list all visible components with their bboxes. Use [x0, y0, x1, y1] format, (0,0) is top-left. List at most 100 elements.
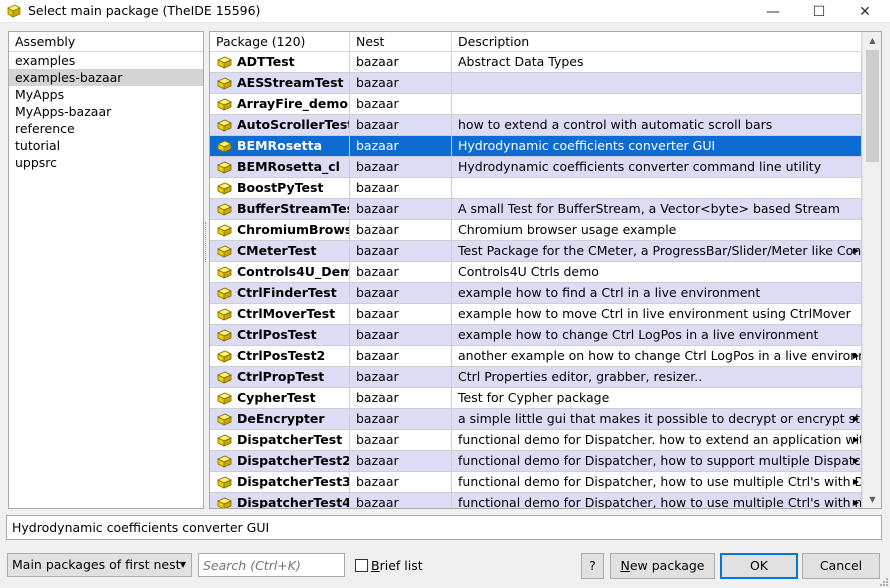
package-nest-cell: bazaar	[350, 262, 452, 282]
package-icon	[217, 56, 232, 69]
package-description-cell: Ctrl Properties editor, grabber, resizer…	[452, 367, 862, 387]
package-row[interactable]: DispatcherTest bazaar functional demo for …	[210, 430, 862, 451]
assembly-list[interactable]: Assembly examples examples-bazaar MyApps My…	[8, 31, 204, 509]
package-description-field[interactable]: Hydrodynamic coefficients converter GUI	[6, 515, 882, 540]
package-name-cell: ArrayFire_demo	[210, 94, 350, 114]
assembly-item[interactable]: uppsrc	[9, 154, 203, 171]
scroll-up-arrow-icon[interactable]: ▲	[863, 32, 881, 49]
package-row[interactable]: CtrlPosTest2 bazaar another example on how…	[210, 346, 862, 367]
package-name: AutoScrollerTest	[237, 117, 350, 132]
scroll-down-arrow-icon[interactable]: ▼	[863, 491, 881, 508]
package-description-cell: example how to move Ctrl in live environ…	[452, 304, 862, 324]
package-description: functional demo for Dispatcher, how to s…	[458, 453, 862, 468]
package-description-cell: Test Package for the CMeter, a ProgressB…	[452, 241, 862, 261]
overflow-arrow-icon: ▶	[852, 435, 859, 444]
package-row[interactable]: AutoScrollerTest bazaar how to extend a co…	[210, 115, 862, 136]
package-rows: ADTTest bazaar Abstract Data Types AESStrea…	[210, 52, 862, 509]
help-button[interactable]: ?	[581, 553, 604, 579]
column-header-package[interactable]: Package (120)	[210, 32, 350, 52]
package-name: ArrayFire_demo	[237, 96, 348, 111]
title-bar: Select main package (TheIDE 15596) — ☐ ✕	[0, 0, 890, 23]
assembly-item[interactable]: MyApps-bazaar	[9, 103, 203, 120]
assembly-item[interactable]: reference	[9, 120, 203, 137]
package-row[interactable]: CtrlMoverTest bazaar example how to move C…	[210, 304, 862, 325]
package-name: CMeterTest	[237, 243, 317, 258]
column-header-description[interactable]: Description	[452, 32, 862, 52]
package-nest-cell: bazaar	[350, 241, 452, 261]
package-icon	[217, 203, 232, 216]
package-name-cell: BufferStreamTest	[210, 199, 350, 219]
package-icon	[217, 329, 232, 342]
checkbox-icon[interactable]	[355, 558, 368, 572]
assembly-header[interactable]: Assembly	[9, 32, 203, 52]
cancel-button[interactable]: Cancel	[802, 553, 880, 579]
overflow-arrow-icon: ▶	[852, 498, 859, 507]
package-row[interactable]: ADTTest bazaar Abstract Data Types	[210, 52, 862, 73]
package-icon	[217, 245, 232, 258]
assembly-item[interactable]: MyApps	[9, 86, 203, 103]
package-name: DispatcherTest4	[237, 495, 350, 509]
package-description-cell: functional demo for Dispatcher. how to e…	[452, 430, 862, 450]
package-row[interactable]: DispatcherTest2 bazaar functional demo for…	[210, 451, 862, 472]
package-description-cell: functional demo for Dispatcher, how to u…	[452, 472, 862, 492]
assembly-item[interactable]: examples-bazaar	[9, 69, 203, 86]
resize-grip-icon[interactable]	[879, 577, 889, 587]
package-description: Test for Cypher package	[458, 390, 610, 405]
scrollbar-thumb[interactable]	[866, 50, 879, 162]
new-package-button[interactable]: New package	[610, 553, 715, 579]
package-name: DispatcherTest	[237, 432, 343, 447]
package-row[interactable]: CtrlPropTest bazaar Ctrl Properties editor…	[210, 367, 862, 388]
package-row[interactable]: BEMRosetta_cl bazaar Hydrodynamic coeffici…	[210, 157, 862, 178]
package-icon	[217, 161, 232, 174]
package-row[interactable]: BEMRosetta bazaar Hydrodynamic coefficient…	[210, 136, 862, 157]
package-row[interactable]: DispatcherTest3 bazaar functional demo for…	[210, 472, 862, 493]
ok-button[interactable]: OK	[720, 553, 798, 579]
package-table[interactable]: Package (120) Nest Description ADTTest ba…	[209, 31, 882, 509]
package-row[interactable]: ChromiumBrowserbazaar Chromium browser us…	[210, 220, 862, 241]
package-row[interactable]: Controls4U_Demo bazaar Controls4U Ctrls de…	[210, 262, 862, 283]
package-row[interactable]: ArrayFire_demo bazaar	[210, 94, 862, 115]
package-row[interactable]: AESStreamTest bazaar	[210, 73, 862, 94]
package-row[interactable]: CypherTest bazaar Test for Cypher package	[210, 388, 862, 409]
package-name: BoostPyTest	[237, 180, 324, 195]
package-name-cell: CypherTest	[210, 388, 350, 408]
splitter-handle[interactable]	[205, 222, 208, 262]
package-description-cell	[452, 94, 862, 114]
package-row[interactable]: CtrlFinderTest bazaar example how to find …	[210, 283, 862, 304]
assembly-item[interactable]: examples	[9, 52, 203, 69]
package-name-cell: DispatcherTest2	[210, 451, 350, 471]
nest-filter-value: Main packages of first nest	[12, 557, 181, 572]
package-description: Test Package for the CMeter, a ProgressB…	[458, 243, 862, 258]
nest-filter-dropdown[interactable]: Main packages of first nest ▼	[7, 553, 192, 577]
vertical-scrollbar[interactable]: ▲ ▼	[862, 32, 881, 508]
package-description-cell: another example on how to change Ctrl Lo…	[452, 346, 862, 366]
package-table-header: Package (120) Nest Description	[210, 32, 862, 52]
package-nest-cell: bazaar	[350, 430, 452, 450]
package-name: CtrlPosTest2	[237, 348, 326, 363]
overflow-arrow-icon: ▶	[852, 246, 859, 255]
assembly-item[interactable]: tutorial	[9, 137, 203, 154]
search-input[interactable]	[198, 553, 345, 577]
package-nest-cell: bazaar	[350, 325, 452, 345]
package-nest-cell: bazaar	[350, 178, 452, 198]
package-row[interactable]: BoostPyTest bazaar	[210, 178, 862, 199]
package-icon	[217, 182, 232, 195]
package-row[interactable]: CMeterTest bazaar Test Package for the CMe…	[210, 241, 862, 262]
package-icon	[217, 350, 232, 363]
package-row[interactable]: DeEncrypter bazaar a simple little gui tha…	[210, 409, 862, 430]
package-description-cell: functional demo for Dispatcher, how to s…	[452, 451, 862, 471]
package-row[interactable]: BufferStreamTest bazaar A small Test for B…	[210, 199, 862, 220]
package-description: a simple little gui that makes it possib…	[458, 411, 861, 426]
package-description-cell: a simple little gui that makes it possib…	[452, 409, 862, 429]
package-icon	[217, 497, 232, 508]
package-row[interactable]: CtrlPosTest bazaar example how to change C…	[210, 325, 862, 346]
package-name: ChromiumBrowser	[237, 222, 349, 237]
close-button[interactable]: ✕	[842, 0, 888, 23]
brief-list-checkbox[interactable]: Brief list	[355, 556, 423, 574]
package-row[interactable]: DispatcherTest4 bazaar functional demo for…	[210, 493, 862, 509]
column-header-nest[interactable]: Nest	[350, 32, 452, 52]
maximize-button[interactable]: ☐	[796, 0, 842, 23]
package-name-cell: BEMRosetta_cl	[210, 157, 350, 177]
minimize-button[interactable]: —	[750, 0, 796, 23]
package-nest-cell: bazaar	[350, 409, 452, 429]
